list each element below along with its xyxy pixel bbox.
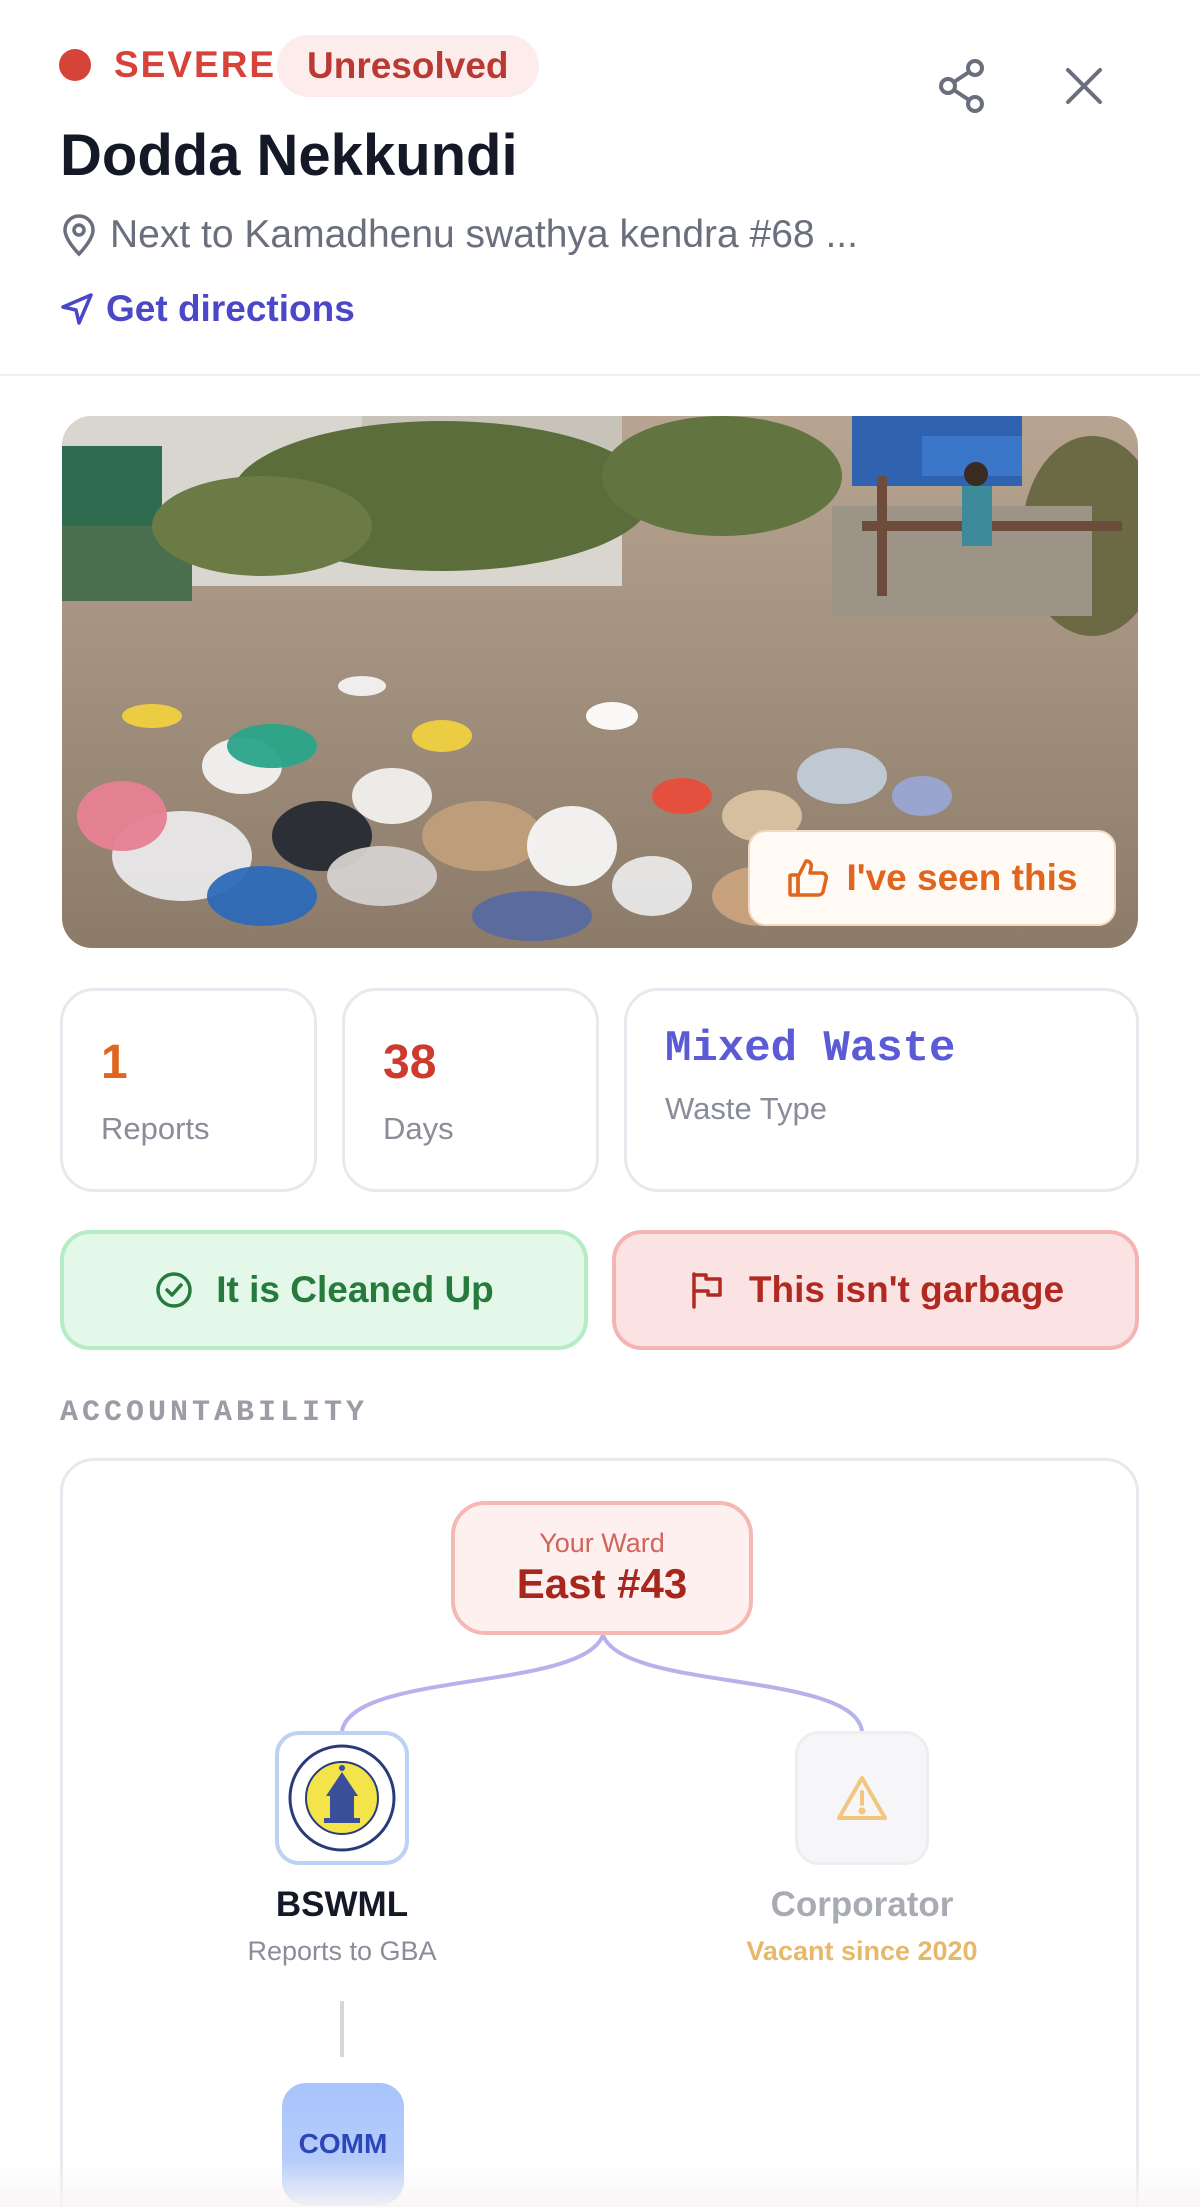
accountability-card: Your Ward East #43 BSWML Reports to GBA … [60,1458,1139,2207]
bswml-logo[interactable] [275,1731,409,1865]
reports-stat-card: 1 Reports [60,988,317,1192]
seen-this-button[interactable]: I've seen this [748,830,1116,926]
waste-type-value: Mixed Waste [665,1024,956,1074]
bbmp-emblem-icon [288,1744,396,1852]
reports-count: 1 [101,1036,128,1089]
corporator-subtitle: Vacant since 2020 [746,1936,978,1966]
waste-type-stat-card: Mixed Waste Waste Type [624,988,1139,1192]
not-garbage-label: This isn't garbage [748,1269,1065,1310]
corporator-node[interactable] [795,1731,929,1865]
close-button[interactable] [1052,54,1116,118]
cleaned-up-button[interactable]: It is Cleaned Up [60,1230,588,1350]
bswml-title: BSWML [275,1885,409,1924]
days-stat-card: 38 Days [342,988,599,1192]
flag-icon [692,1272,722,1309]
not-garbage-button[interactable]: This isn't garbage [612,1230,1139,1350]
garbage-photo: I've seen this [62,416,1138,948]
seen-this-label: I've seen this [846,857,1078,898]
severity-label: SEVERE [114,44,277,85]
share-button[interactable] [930,54,994,118]
navigation-arrow-icon [61,293,93,325]
status-badge: Unresolved [277,35,539,97]
ward-caption: Your Ward [539,1528,665,1558]
map-pin-icon [63,214,95,257]
share-icon [939,59,984,113]
address-row: Next to Kamadhenu swathya kendra #68 ... [60,210,858,260]
corporator-title: Corporator [770,1885,954,1924]
severity-dot [59,49,91,81]
days-count: 38 [383,1036,437,1089]
thumbs-up-icon [787,859,828,897]
cleaned-up-label: It is Cleaned Up [216,1269,494,1310]
ward-value: East #43 [516,1560,688,1607]
waste-type-label: Waste Type [665,1091,827,1126]
days-label: Days [383,1111,454,1146]
commissioner-node[interactable]: COMM [282,2083,404,2205]
check-circle-icon [156,1272,192,1308]
reports-label: Reports [101,1111,210,1146]
close-icon [1066,68,1102,104]
page-title: Dodda Nekkundi [60,123,518,188]
warning-icon [837,1776,887,1820]
ward-node[interactable]: Your Ward East #43 [451,1501,753,1635]
accountability-heading: ACCOUNTABILITY [60,1396,369,1430]
get-directions-label: Get directions [106,288,355,329]
address-text: Next to Kamadhenu swathya kendra #68 ... [110,213,858,256]
bswml-subtitle: Reports to GBA [247,1936,437,1966]
get-directions-link[interactable]: Get directions [60,284,355,334]
issue-header: SEVERE Unresolved Dodda Nekkundi Next to… [0,0,1200,376]
